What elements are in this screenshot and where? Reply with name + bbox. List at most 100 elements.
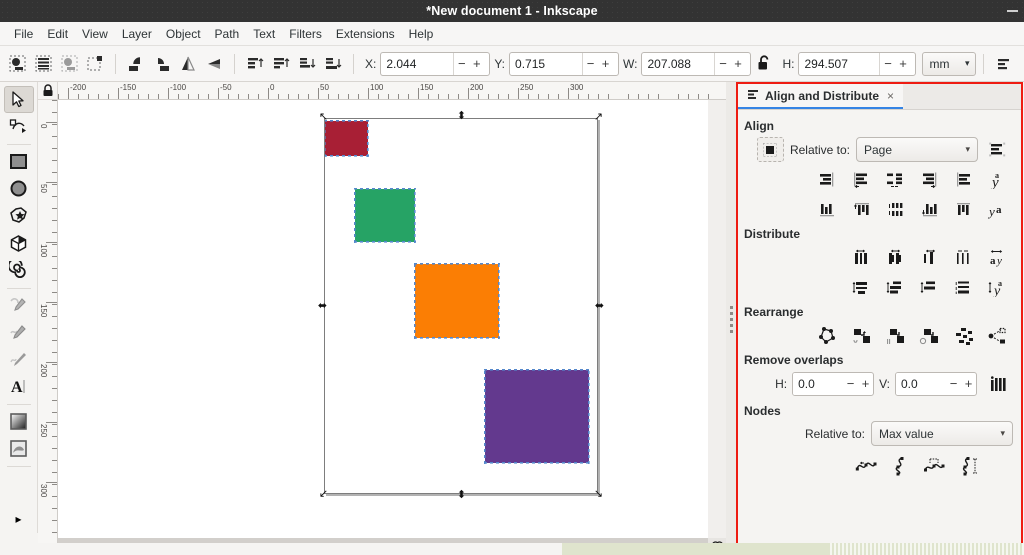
text-anchor-vertical-button[interactable]: a y xyxy=(982,166,1013,193)
select-same-icon[interactable] xyxy=(82,51,108,77)
selector-tool[interactable] xyxy=(4,86,34,113)
menu-extensions[interactable]: Extensions xyxy=(329,25,402,43)
exchange-positions-selection-order-button[interactable] xyxy=(846,322,877,349)
star-tool[interactable] xyxy=(4,203,34,229)
remove-overlaps-v-field[interactable]: −+ xyxy=(895,372,977,396)
selection-handle-corner-bl[interactable]: ↙ xyxy=(318,489,329,500)
menu-file[interactable]: File xyxy=(7,25,40,43)
selection-handle-top[interactable]: ⬍ xyxy=(456,111,467,122)
vertical-scrollbar[interactable] xyxy=(708,100,726,538)
toolbox-overflow-arrow[interactable]: ▸ xyxy=(4,506,34,532)
w-minus-button[interactable]: − xyxy=(715,53,730,75)
node-tool[interactable] xyxy=(4,114,34,140)
center-on-horizontal-axis-button[interactable] xyxy=(880,196,911,223)
make-horizontal-gaps-equal-left-button[interactable] xyxy=(846,244,877,271)
remove-overlaps-button[interactable] xyxy=(982,370,1013,397)
make-horizontal-gaps-equal-button[interactable] xyxy=(948,244,979,271)
x-input[interactable] xyxy=(381,53,453,75)
raise-to-top-icon[interactable] xyxy=(242,51,268,77)
align-left-edges-button[interactable] xyxy=(846,166,877,193)
menu-layer[interactable]: Layer xyxy=(115,25,159,43)
close-icon[interactable]: × xyxy=(887,89,894,103)
align-nodes-vertically-button[interactable] xyxy=(884,452,915,479)
rectangle-tool[interactable] xyxy=(4,148,34,174)
red-rectangle[interactable] xyxy=(325,121,368,156)
selection-handle-corner-tr[interactable]: ↗ xyxy=(593,112,604,123)
align-nodes-horizontally-button[interactable] xyxy=(850,452,881,479)
align-top-edges-button[interactable] xyxy=(846,196,877,223)
pen-tool[interactable] xyxy=(4,292,34,318)
remove-overlaps-h-input[interactable] xyxy=(793,373,843,395)
center-on-horizontal-axis-equidistant-button[interactable] xyxy=(880,274,911,301)
distribute-text-anchors-horizontally-button[interactable]: a y xyxy=(982,244,1013,271)
unclump-objects-button[interactable] xyxy=(982,322,1013,349)
pencil-tool[interactable] xyxy=(4,319,34,345)
ruler-lock-icon[interactable] xyxy=(38,82,58,100)
align-and-distribute-toolbar-icon[interactable] xyxy=(991,51,1017,77)
selection-handle-corner-tl[interactable]: ↖ xyxy=(318,112,329,123)
drawing-canvas[interactable]: ↖ ↗ ↙ ↘ ⬍ ⬍ ⬌ ⬌ xyxy=(58,100,726,555)
remove-overlaps-h-field[interactable]: −+ xyxy=(792,372,874,396)
y-field[interactable]: −+ xyxy=(509,52,619,76)
center-on-vertical-axis-button[interactable] xyxy=(880,166,911,193)
dock-resize-grip[interactable] xyxy=(726,82,736,555)
align-right-edges-to-left-anchor-button[interactable] xyxy=(812,166,843,193)
deselect-icon[interactable] xyxy=(56,51,82,77)
menu-filters[interactable]: Filters xyxy=(282,25,329,43)
spiral-tool[interactable] xyxy=(4,257,34,283)
lower-to-bottom-icon[interactable] xyxy=(320,51,346,77)
rotate-90-ccw-icon[interactable] xyxy=(123,51,149,77)
tweak-tool[interactable] xyxy=(4,435,34,461)
treat-selection-as-group-icon[interactable] xyxy=(982,136,1013,163)
make-vertical-gaps-equal-button[interactable] xyxy=(948,274,979,301)
horizontal-ruler[interactable]: -200-150-100-50050100150200250300 xyxy=(58,82,726,100)
selection-handle-left[interactable]: ⬌ xyxy=(317,301,328,312)
w-input[interactable] xyxy=(642,53,714,75)
unlocked-padlock-icon[interactable] xyxy=(757,54,772,74)
align-left-edges-to-right-anchor-button[interactable] xyxy=(948,166,979,193)
y-minus-button[interactable]: − xyxy=(583,53,598,75)
x-plus-button[interactable]: + xyxy=(469,53,484,75)
lower-icon[interactable] xyxy=(294,51,320,77)
rotate-90-cw-icon[interactable] xyxy=(149,51,175,77)
w-field[interactable]: −+ xyxy=(641,52,751,76)
x-field[interactable]: −+ xyxy=(380,52,490,76)
align-top-edges-to-bottom-anchor-button[interactable] xyxy=(948,196,979,223)
box3d-tool[interactable] xyxy=(4,230,34,256)
distribute-text-baselines-vertically-button[interactable]: a y xyxy=(982,274,1013,301)
make-vertical-gaps-equal-bottom-button[interactable] xyxy=(914,274,945,301)
orange-rectangle[interactable] xyxy=(415,264,499,338)
selection-handle-right[interactable]: ⬌ xyxy=(594,301,605,312)
y-input[interactable] xyxy=(510,53,582,75)
distribute-nodes-horizontally-button[interactable] xyxy=(918,452,949,479)
selection-handle-bottom[interactable]: ⬍ xyxy=(456,490,467,501)
align-bottom-edges-button[interactable] xyxy=(914,196,945,223)
v-plus-button[interactable]: + xyxy=(961,373,976,395)
align-relative-to-select[interactable]: Page ▾ xyxy=(856,137,978,162)
v-minus-button[interactable]: − xyxy=(946,373,961,395)
exchange-positions-stacking-order-button[interactable] xyxy=(880,322,911,349)
ellipse-tool[interactable] xyxy=(4,175,34,201)
menu-help[interactable]: Help xyxy=(402,25,441,43)
menu-text[interactable]: Text xyxy=(246,25,282,43)
x-minus-button[interactable]: − xyxy=(454,53,469,75)
make-horizontal-gaps-equal-right-button[interactable] xyxy=(914,244,945,271)
text-baseline-horizontal-button[interactable]: y a xyxy=(982,196,1013,223)
w-plus-button[interactable]: + xyxy=(730,53,745,75)
nodes-relative-to-select[interactable]: Max value ▾ xyxy=(871,421,1013,446)
h-plus-button[interactable]: + xyxy=(895,53,910,75)
minimize-button[interactable] xyxy=(1007,10,1018,12)
h-field[interactable]: −+ xyxy=(798,52,916,76)
align-right-edges-button[interactable] xyxy=(914,166,945,193)
align-bottom-edges-to-top-anchor-button[interactable] xyxy=(812,196,843,223)
h-input[interactable] xyxy=(799,53,879,75)
center-on-vertical-axis-equidistant-button[interactable] xyxy=(880,244,911,271)
selection-handle-corner-br[interactable]: ↘ xyxy=(593,489,604,500)
tab-align-and-distribute[interactable]: Align and Distribute × xyxy=(738,84,903,109)
purple-rectangle[interactable] xyxy=(485,370,589,463)
select-all-icon[interactable] xyxy=(4,51,30,77)
randomize-centers-button[interactable] xyxy=(948,322,979,349)
calligraphy-tool[interactable] xyxy=(4,346,34,372)
menu-object[interactable]: Object xyxy=(159,25,208,43)
h-minus-button[interactable]: − xyxy=(843,373,858,395)
